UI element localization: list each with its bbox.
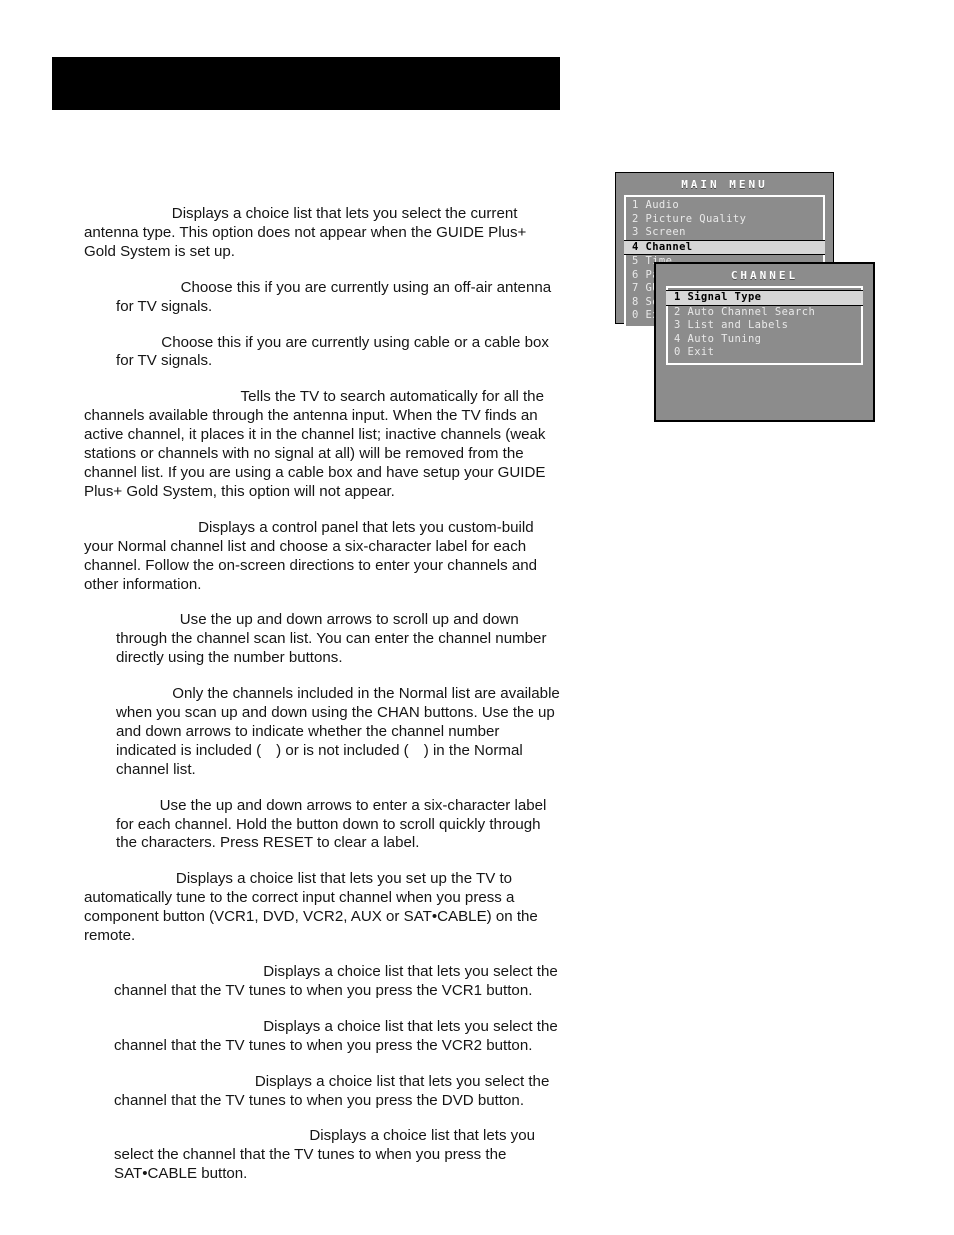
osd-item-number: 5: [632, 255, 639, 267]
body-paragraph: Normal Only the channels included in the…: [116, 685, 562, 780]
osd-item-number: 3: [674, 319, 681, 331]
osd-item-number: 3: [632, 226, 639, 238]
osd-item-number: 2: [674, 305, 681, 318]
osd-menu-item[interactable]: 2 Picture Quality: [626, 213, 823, 227]
osd-item-label: Audio: [645, 199, 680, 211]
osd-item-number: 1: [632, 199, 639, 211]
body-paragraph: Signal Type Displays a choice list that …: [84, 205, 562, 262]
osd-item-number: 1: [674, 291, 681, 303]
osd-item-number: 0: [632, 309, 639, 321]
osd-item-label: Auto Channel Search: [687, 305, 816, 318]
osd-item-number: 8: [632, 295, 639, 308]
osd-item-label: List and Labels: [687, 319, 789, 331]
paragraph-term: VCR2 Input Channel: [114, 1017, 260, 1035]
paragraph-term: Auto Tuning: [84, 870, 172, 888]
osd-item-label: Screen: [645, 226, 686, 238]
osd-item-number: 0: [674, 346, 681, 358]
body-paragraph: DVD Input Channel Displays a choice list…: [114, 1073, 562, 1111]
paragraph-text: Use the up and down arrows to scroll up …: [116, 611, 547, 667]
osd-menu-illustration: MAIN MENU 1 Audio 2 Picture Quality 3 Scre…: [615, 172, 877, 424]
osd-item-number: 6: [632, 268, 639, 281]
osd-item-number: 4: [632, 240, 639, 253]
osd-menu-item[interactable]: 4 Auto Tuning: [668, 333, 861, 347]
paragraph-term: Signal Type: [84, 205, 168, 222]
paragraph-term: Normal: [116, 685, 169, 703]
main-menu-title: MAIN MENU: [681, 178, 768, 191]
body-paragraph: Auto Channel Search Tells the TV to sear…: [84, 388, 562, 501]
paragraph-term: Label: [116, 796, 156, 814]
channel-menu-list: 1 Signal Type 2 Auto Channel Search 3 List…: [666, 286, 863, 365]
body-paragraph: List and Labels Displays a control panel…: [84, 519, 562, 595]
body-paragraph: Label Use the up and down arrows to ente…: [116, 797, 562, 854]
body-paragraph: SAT•CABLE Input Channel Displays a choic…: [114, 1127, 562, 1184]
osd-item-label: Picture Quality: [645, 212, 747, 225]
paragraph-term: Channel: [116, 611, 176, 629]
page-title: Channel: [66, 71, 153, 96]
paragraph-term: Antenna: [116, 278, 177, 296]
paragraph-term: Auto Channel Search: [84, 388, 237, 406]
osd-item-number: 7: [632, 282, 639, 294]
osd-item-label: Exit: [687, 346, 715, 358]
paragraph-term: List and Labels: [84, 518, 194, 536]
osd-menu-item[interactable]: 3 List and Labels: [668, 319, 861, 333]
body-paragraph: VCR2 Input Channel Displays a choice lis…: [114, 1018, 562, 1056]
body-text-column: Signal Type Displays a choice list that …: [84, 205, 562, 1201]
channel-menu-title: CHANNEL: [730, 269, 799, 282]
paragraph-term: SAT•CABLE Input Channel: [114, 1127, 306, 1145]
osd-item-label: Signal Type: [687, 291, 762, 303]
page-header-bar: Channel: [52, 57, 560, 110]
paragraph-term: Cable: [116, 333, 158, 351]
osd-menu-item[interactable]: 4 Channel: [624, 239, 825, 255]
body-paragraph: Channel Use the up and down arrows to sc…: [116, 611, 562, 668]
osd-menu-item[interactable]: 2 Auto Channel Search: [668, 306, 861, 320]
osd-item-label: Auto Tuning: [687, 332, 762, 345]
paragraph-term: VCR1 Input Channel: [114, 963, 260, 980]
paragraph-text: Choose this if you are currently using a…: [116, 278, 552, 315]
paragraph-text: Choose this if you are currently using c…: [116, 333, 549, 370]
paragraph-text: Use the up and down arrows to enter a si…: [116, 796, 547, 852]
osd-item-number: 4: [674, 332, 681, 345]
osd-menu-item[interactable]: 3 Screen: [626, 226, 823, 240]
channel-menu-panel: CHANNEL 1 Signal Type 2 Auto Channel Sear…: [654, 262, 875, 422]
body-paragraph: VCR1 Input Channel Displays a choice lis…: [114, 963, 562, 1001]
osd-menu-item[interactable]: 0 Exit: [668, 346, 861, 360]
paragraph-term: DVD Input Channel: [114, 1072, 251, 1090]
body-paragraph: Antenna Choose this if you are currently…: [116, 279, 562, 317]
osd-item-number: 2: [632, 212, 639, 225]
osd-menu-item[interactable]: 1 Signal Type: [666, 290, 863, 306]
osd-menu-item[interactable]: 1 Audio: [626, 199, 823, 213]
osd-item-label: Channel: [645, 240, 693, 253]
paragraph-text: ) or is not included (: [276, 741, 409, 759]
body-paragraph: Cable Choose this if you are currently u…: [116, 334, 562, 372]
body-paragraph: Auto Tuning Displays a choice list that …: [84, 870, 562, 946]
